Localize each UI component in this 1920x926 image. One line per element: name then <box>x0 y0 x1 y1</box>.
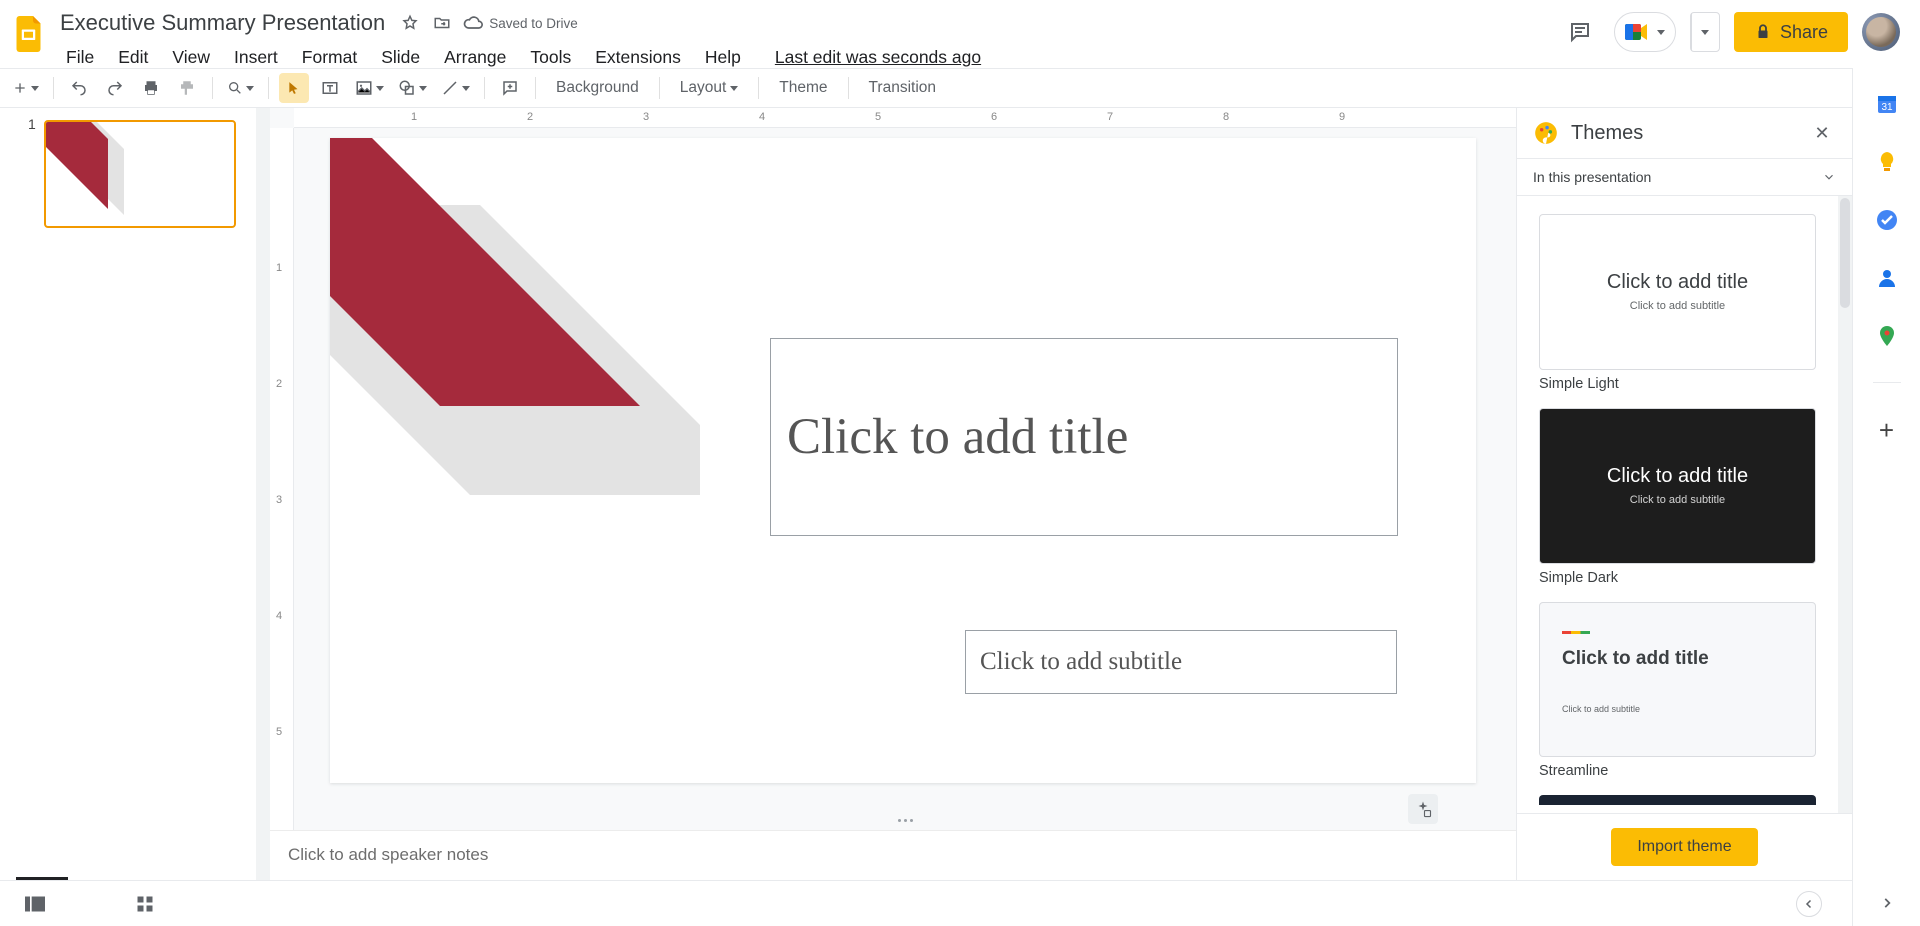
line-tool[interactable] <box>437 73 474 103</box>
background-button[interactable]: Background <box>546 79 649 97</box>
speaker-notes[interactable]: Click to add speaker notes <box>270 830 1516 880</box>
themes-scrollbar[interactable] <box>1838 196 1852 813</box>
new-slide-button[interactable] <box>8 73 43 103</box>
slide-thumbnail[interactable] <box>44 120 236 228</box>
theme-card-streamline[interactable]: Click to add title Click to add subtitle <box>1539 602 1816 758</box>
tasks-icon[interactable] <box>1875 208 1899 232</box>
maps-icon[interactable] <box>1875 324 1899 348</box>
meet-button[interactable] <box>1614 12 1676 52</box>
comment-tool[interactable] <box>495 73 525 103</box>
header: Executive Summary Presentation Saved to … <box>0 0 1920 68</box>
last-edit-link[interactable]: Last edit was seconds ago <box>765 43 991 72</box>
themes-panel: Themes ✕ In this presentation Click to a… <box>1516 108 1852 880</box>
collapse-filmstrip-icon[interactable] <box>1796 891 1822 917</box>
menu-help[interactable]: Help <box>695 43 751 72</box>
select-tool[interactable] <box>279 73 309 103</box>
close-icon[interactable]: ✕ <box>1808 123 1836 144</box>
theme-card-simple-light[interactable]: Click to add title Click to add subtitle <box>1539 214 1816 370</box>
menu-bar: File Edit View Insert Format Slide Arran… <box>56 38 991 72</box>
notes-resize-handle[interactable] <box>294 812 1516 828</box>
chevron-down-icon <box>1822 170 1836 184</box>
filmstrip: 1 <box>0 108 256 880</box>
menu-file[interactable]: File <box>56 43 104 72</box>
zoom-button[interactable] <box>223 73 258 103</box>
star-icon[interactable] <box>399 12 421 34</box>
transition-button[interactable]: Transition <box>859 79 946 97</box>
palette-icon <box>1533 120 1559 146</box>
calendar-icon[interactable]: 31 <box>1875 92 1899 116</box>
move-icon[interactable] <box>431 12 453 34</box>
paint-format-button[interactable] <box>172 73 202 103</box>
filmstrip-view-icon[interactable] <box>20 889 50 919</box>
explore-button[interactable] <box>1408 794 1438 824</box>
addons-icon[interactable]: + <box>1879 417 1894 443</box>
filmstrip-scrollbar[interactable] <box>256 108 270 880</box>
theme-name: Streamline <box>1539 763 1816 779</box>
bottom-bar <box>0 880 1852 926</box>
menu-format[interactable]: Format <box>292 43 367 72</box>
share-button[interactable]: Share <box>1734 12 1848 52</box>
layout-button[interactable]: Layout <box>670 79 749 97</box>
keep-icon[interactable] <box>1875 150 1899 174</box>
subtitle-placeholder[interactable]: Click to add subtitle <box>965 630 1397 694</box>
shape-tool[interactable] <box>394 73 431 103</box>
title-placeholder[interactable]: Click to add title <box>770 338 1398 536</box>
toolbar: Background Layout Theme Transition <box>0 68 1920 108</box>
comments-icon[interactable] <box>1560 12 1600 52</box>
theme-name: Simple Dark <box>1539 570 1816 586</box>
import-theme-button[interactable]: Import theme <box>1611 828 1757 866</box>
canvas: 1 2 3 4 5 6 7 8 9 1 2 3 4 5 Click to add… <box>270 108 1516 880</box>
slides-logo-icon[interactable] <box>10 14 50 54</box>
menu-slide[interactable]: Slide <box>371 43 430 72</box>
chevron-down-icon <box>1657 30 1665 35</box>
svg-text:31: 31 <box>1881 102 1893 113</box>
menu-view[interactable]: View <box>162 43 220 72</box>
cloud-icon <box>463 13 483 33</box>
hide-rail-icon[interactable] <box>1880 896 1894 910</box>
menu-insert[interactable]: Insert <box>224 43 288 72</box>
menu-arrange[interactable]: Arrange <box>434 43 516 72</box>
themes-section-toggle[interactable]: In this presentation <box>1517 158 1852 196</box>
horizontal-ruler[interactable]: 1 2 3 4 5 6 7 8 9 <box>294 108 1516 128</box>
theme-button[interactable]: Theme <box>769 79 837 97</box>
slideshow-dropdown[interactable] <box>1691 13 1719 51</box>
menu-extensions[interactable]: Extensions <box>585 43 691 72</box>
grid-view-icon[interactable] <box>130 889 160 919</box>
slideshow-button[interactable]: Slideshow <box>1690 12 1720 52</box>
theme-name: Simple Light <box>1539 376 1816 392</box>
menu-edit[interactable]: Edit <box>108 43 158 72</box>
redo-button[interactable] <box>100 73 130 103</box>
lock-icon <box>1754 23 1772 41</box>
textbox-tool[interactable] <box>315 73 345 103</box>
slide-stage[interactable]: Click to add title Click to add subtitle <box>330 138 1476 783</box>
slide-number: 1 <box>28 116 36 132</box>
contacts-icon[interactable] <box>1875 266 1899 290</box>
image-tool[interactable] <box>351 73 388 103</box>
save-state-text[interactable]: Saved to Drive <box>489 16 578 31</box>
undo-button[interactable] <box>64 73 94 103</box>
doc-name[interactable]: Executive Summary Presentation <box>56 8 389 38</box>
account-avatar[interactable] <box>1862 13 1900 51</box>
themes-title: Themes <box>1571 122 1796 145</box>
print-button[interactable] <box>136 73 166 103</box>
vertical-ruler[interactable]: 1 2 3 4 5 <box>270 128 294 880</box>
theme-card-simple-dark[interactable]: Click to add title Click to add subtitle <box>1539 408 1816 564</box>
side-rail: 31 + <box>1852 68 1920 926</box>
menu-tools[interactable]: Tools <box>520 43 581 72</box>
